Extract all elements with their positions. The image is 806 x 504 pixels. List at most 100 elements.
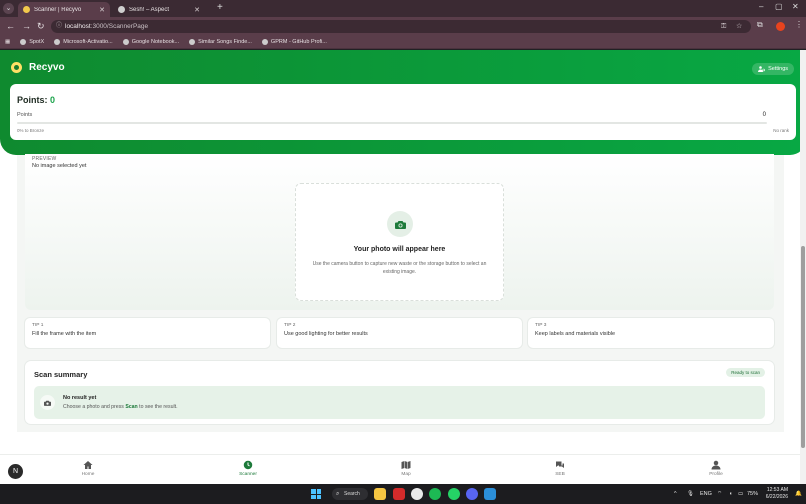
header-banner: Recyvo Settings Points: 0 Points 0 0% to… <box>0 50 806 155</box>
page-scrollbar[interactable] <box>800 50 806 484</box>
bookmark-item[interactable]: SpotX <box>20 39 44 45</box>
bookmark-favicon-icon <box>261 39 268 45</box>
tip-text: Fill the frame with the item <box>32 331 97 337</box>
bookmark-star-icon[interactable]: ☆ <box>736 20 742 33</box>
chevron-up-icon[interactable]: ^ <box>674 484 677 504</box>
scan-result-panel: No result yet Choose a photo and press S… <box>34 386 765 419</box>
clock-time: 12:53 AM <box>766 487 788 493</box>
browser-menu-icon[interactable]: ⋮ <box>795 20 803 29</box>
bookmark-item[interactable]: Microsoft-Activatio... <box>54 39 113 45</box>
map-icon <box>401 461 411 469</box>
tab-scanner[interactable]: Scanner | Recyvo ✕ <box>18 2 110 17</box>
apps-grid-icon[interactable]: ▦ <box>5 39 10 45</box>
nav-scanner[interactable]: Scanner <box>228 460 268 477</box>
spotify-icon[interactable] <box>429 488 441 500</box>
chrome-icon[interactable] <box>411 488 423 500</box>
address-bar[interactable]: ⓘ localhost:3000/ScannerPage ⚿ ☆ <box>51 20 751 33</box>
nav-label: Map <box>401 472 411 477</box>
nav-profile[interactable]: Profile <box>696 460 736 477</box>
brand-name: Recyvo <box>29 62 65 73</box>
camera-icon <box>40 395 55 410</box>
bookmarks-bar: ▦ SpotX Microsoft-Activatio... Google No… <box>0 36 806 49</box>
new-tab-button[interactable]: + <box>217 3 223 13</box>
nav-label: SEB <box>555 472 565 477</box>
app-l-icon[interactable] <box>393 488 405 500</box>
bookmark-item[interactable]: GPRM - GitHub Profi... <box>261 39 327 45</box>
maximize-button[interactable]: ▢ <box>775 2 783 11</box>
tip-text: Use good lighting for better results <box>284 331 368 337</box>
profile-icon <box>711 460 721 470</box>
start-button[interactable] <box>311 489 321 499</box>
notification-bell-icon[interactable]: 🔔 <box>795 484 802 504</box>
rank-progress-text: 0% to Bronze <box>17 128 45 133</box>
browser-toolbar: ← → ↻ ⓘ localhost:3000/ScannerPage ⚿ ☆ ⧉… <box>0 17 806 36</box>
bookmark-item[interactable]: Similar Songs Finde... <box>189 39 252 45</box>
battery-icon[interactable]: ▭ <box>738 484 743 504</box>
points-row-value: 0 <box>762 112 766 118</box>
tip-label: TIP 1 <box>32 323 44 328</box>
tip-card: TIP 2 Use good lighting for better resul… <box>277 318 522 348</box>
tip-card: TIP 1 Fill the frame with the item <box>25 318 270 348</box>
tip-card: TIP 3 Keep labels and materials visible <box>528 318 774 348</box>
rank-name: No rank <box>773 128 789 133</box>
photo-placeholder-title: Your photo will appear here <box>353 246 446 253</box>
home-icon <box>83 461 93 469</box>
bookmark-item[interactable]: Google Notebook... <box>122 39 179 45</box>
scan-keyword: Scan <box>125 404 138 410</box>
back-arrow-icon[interactable]: ← <box>6 21 15 31</box>
camera-icon <box>387 211 413 237</box>
language-indicator[interactable]: ENG <box>700 484 712 504</box>
rank-progress-bar <box>17 122 767 124</box>
bookmark-favicon-icon <box>122 39 129 45</box>
preview-status: No image selected yet <box>32 163 87 169</box>
tab-search-button[interactable]: ⌄ <box>3 3 14 14</box>
site-info-icon[interactable]: ⓘ <box>56 20 62 33</box>
app-window-icon[interactable] <box>484 488 496 500</box>
url-host: localhost <box>65 23 91 30</box>
profile-avatar[interactable] <box>776 22 785 31</box>
windows-taskbar: ⌕ Search ^ 🎙 ENG ⌔ ◖ ▭ 75% 12:53 AM 6/22… <box>0 484 806 504</box>
scrollbar-thumb[interactable] <box>801 246 805 448</box>
reload-icon[interactable]: ↻ <box>37 21 45 31</box>
password-key-icon[interactable]: ⚿ <box>721 20 726 33</box>
nav-seb[interactable]: SEB <box>540 460 580 477</box>
result-title: No result yet <box>63 395 97 401</box>
tip-label: TIP 2 <box>284 323 296 328</box>
nav-label: Home <box>81 472 95 477</box>
chat-icon <box>556 461 564 468</box>
taskbar-search[interactable]: ⌕ Search <box>332 488 368 500</box>
nav-label: Profile <box>709 472 723 477</box>
settings-button[interactable]: Settings <box>752 63 794 75</box>
photo-placeholder-description: Use the camera button to capture new was… <box>312 261 487 275</box>
file-explorer-icon[interactable] <box>374 488 386 500</box>
close-window-button[interactable]: ✕ <box>792 2 799 11</box>
result-description: Choose a photo and press Scan to see the… <box>63 404 178 410</box>
tab-title: Sesh! – Aspect <box>129 6 170 13</box>
status-badge: Ready to scan <box>726 368 765 377</box>
tab-aspect[interactable]: Sesh! – Aspect ✕ <box>113 2 205 17</box>
discord-icon[interactable] <box>466 488 478 500</box>
tip-text: Keep labels and materials visible <box>535 331 616 337</box>
extensions-icon[interactable]: ⧉ <box>757 20 763 30</box>
tip-label: TIP 3 <box>535 323 547 328</box>
recyvo-favicon-icon <box>23 6 30 13</box>
wifi-icon[interactable]: ⌔ <box>717 484 722 504</box>
settings-label: Settings <box>768 66 788 72</box>
photo-dropzone[interactable]: Your photo will appear here Use the came… <box>295 183 504 301</box>
forward-arrow-icon[interactable]: → <box>22 21 31 31</box>
whatsapp-icon[interactable] <box>448 488 460 500</box>
brand[interactable]: Recyvo <box>11 62 65 73</box>
bookmark-favicon-icon <box>189 39 196 45</box>
url-path: :3000/ScannerPage <box>90 23 149 30</box>
minimize-button[interactable]: – <box>759 2 763 11</box>
microphone-icon[interactable]: 🎙 <box>687 484 694 504</box>
tab-title: Scanner | Recyvo <box>34 6 82 13</box>
assistant-fab-button[interactable]: N <box>8 464 23 479</box>
nav-home[interactable]: Home <box>68 460 108 477</box>
volume-icon[interactable]: ◖ <box>729 484 732 504</box>
nav-map[interactable]: Map <box>386 460 426 477</box>
scanner-icon <box>243 460 253 470</box>
close-tab-icon[interactable]: ✕ <box>194 6 200 14</box>
taskbar-clock[interactable]: 12:53 AM 6/22/2026 <box>766 487 788 501</box>
close-tab-icon[interactable]: ✕ <box>99 6 105 14</box>
